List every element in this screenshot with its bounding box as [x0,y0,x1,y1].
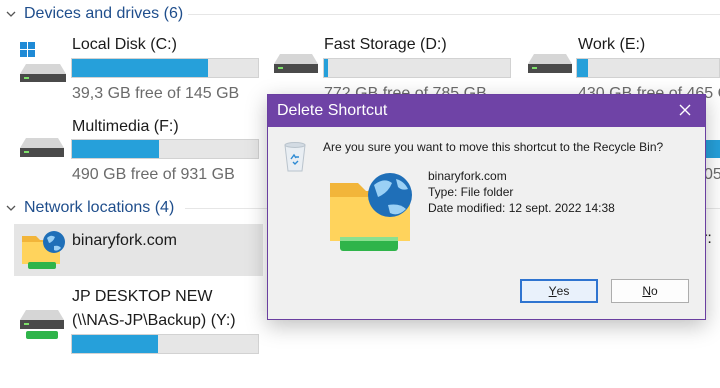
drive-icon [274,54,318,73]
no-button[interactable]: No [611,279,689,303]
drive-usage-bar [323,58,511,78]
no-label-rest: o [650,284,658,298]
network-drive-name-line2: (\\NAS-JP\Backup) (Y:) [72,312,236,329]
drive-icon [528,54,572,73]
windows-drive-icon [20,42,66,82]
section-divider [188,14,720,15]
dialog-question: Are you sure you want to move this short… [323,140,664,154]
drive-usage-fill [72,59,208,77]
drive-name: Work (E:) [578,36,646,53]
drive-usage-bar [576,58,720,78]
yes-button[interactable]: Yes [520,279,598,303]
devices-section-header[interactable]: Devices and drives (6) [0,1,720,27]
no-accelerator: N [642,284,651,298]
network-item-nas[interactable]: JP DESKTOP NEW (\\NAS-JP\Backup) (Y:) [14,286,264,358]
drive-free-space: 39,3 GB free of 145 GB [72,85,240,102]
drive-name: Local Disk (C:) [72,36,177,53]
dialog-titlebar[interactable]: Delete Shortcut [268,95,705,127]
item-details: binaryfork.com Type: File folder Date mo… [428,168,615,216]
devices-section-title: Devices and drives (6) [24,5,184,22]
network-drive-icon [20,310,64,339]
recycle-bin-icon [284,142,306,172]
drive-item-f[interactable]: Multimedia (F:) 490 GB free of 931 GB [14,114,264,186]
network-drive-name-line1: JP DESKTOP NEW [72,288,213,305]
close-icon[interactable] [675,100,695,120]
delete-shortcut-dialog: Delete Shortcut Are you sure you want to… [267,94,706,320]
globe-folder-icon [330,173,412,251]
drive-name: Multimedia (F:) [72,118,179,135]
chevron-down-icon [6,205,16,211]
drive-icon [20,138,64,157]
drive-usage-bar [71,139,259,159]
drive-usage-fill [72,140,160,158]
network-item-binaryfork[interactable]: binaryfork.com [14,224,263,276]
yes-label-rest: es [556,284,570,298]
drive-usage-fill [324,59,328,77]
drive-usage-fill [577,59,589,77]
network-item-name: binaryfork.com [72,232,177,249]
item-type: Type: File folder [428,185,514,199]
drive-item-c[interactable]: Local Disk (C:) 39,3 GB free of 145 GB [14,32,264,104]
globe-folder-icon [22,231,65,269]
item-date-modified: Date modified: 12 sept. 2022 14:38 [428,201,615,215]
partial-usage-bar [704,140,720,158]
chevron-down-icon [6,11,16,17]
drive-name: Fast Storage (D:) [324,36,447,53]
partial-free-space: 05 [704,166,720,183]
drive-free-space: 490 GB free of 931 GB [72,166,235,183]
drive-usage-bar [71,58,259,78]
drive-usage-bar [71,334,259,354]
yes-accelerator: Y [548,284,557,298]
item-name: binaryfork.com [428,169,507,183]
network-section-title: Network locations (4) [24,199,175,216]
drive-usage-fill [72,335,158,353]
dialog-title: Delete Shortcut [277,102,388,119]
